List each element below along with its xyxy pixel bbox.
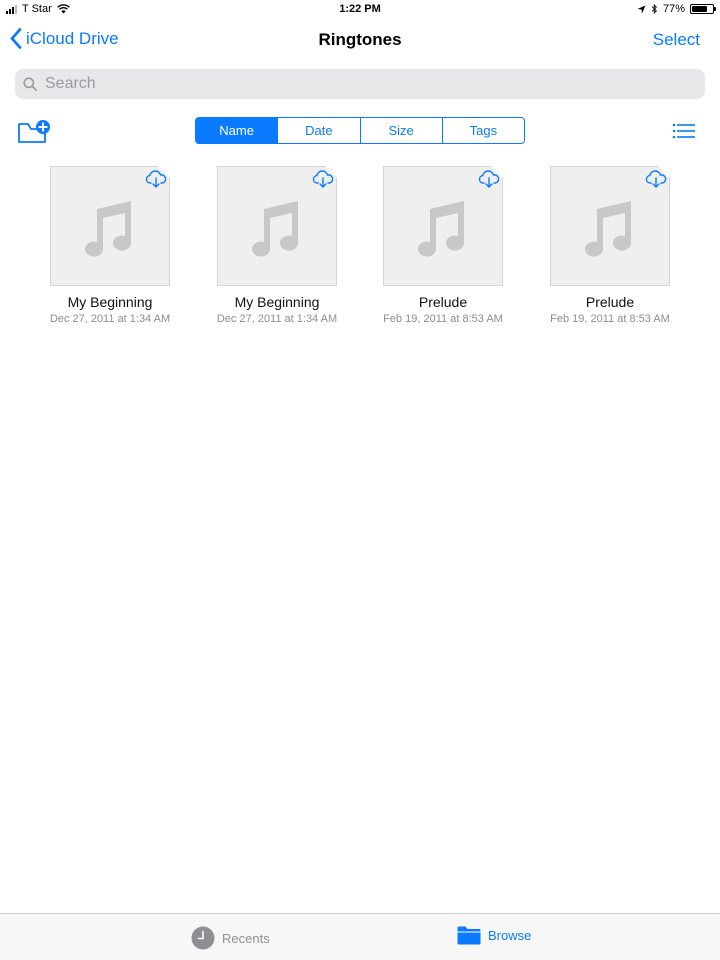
sort-by-tags[interactable]: Tags [441,118,524,143]
select-button[interactable]: Select [653,30,700,50]
tab-bar: Recents Browse [0,913,720,960]
tab-browse[interactable]: Browse [457,926,531,945]
music-note-icon [585,201,632,257]
sort-by-date[interactable]: Date [277,118,359,143]
cloud-download-icon[interactable] [145,170,167,190]
file-date: Feb 19, 2011 at 8:53 AM [550,313,670,325]
music-note-icon [418,201,465,257]
cloud-download-icon[interactable] [312,170,334,190]
file-thumbnail [217,166,337,286]
file-date: Dec 27, 2011 at 1:34 AM [216,313,338,325]
battery-level [692,6,707,12]
folder-icon [457,926,481,945]
sort-by-name[interactable]: Name [196,118,278,143]
file-name: My Beginning [234,294,320,310]
file-date: Dec 27, 2011 at 1:34 AM [49,313,171,325]
music-note-icon [85,201,132,257]
battery-icon [690,4,716,14]
file-thumbnail [383,166,503,286]
file-name: My Beginning [67,294,153,310]
tab-recents[interactable]: Recents [191,926,270,950]
new-folder-button[interactable] [17,117,53,145]
file-name: Prelude [418,294,468,310]
page-title: Ringtones [318,30,402,49]
file-thumbnail [50,166,170,286]
tab-recents-label: Recents [222,930,270,946]
file-item[interactable]: My Beginning Dec 27, 2011 at 1:34 AM [30,166,190,325]
sort-by-size[interactable]: Size [359,118,442,143]
search-bar[interactable] [15,69,705,99]
status-time: 1:22 PM [339,3,381,15]
search-input[interactable] [43,74,687,94]
cloud-download-icon[interactable] [645,170,667,190]
clock-icon [191,926,215,950]
music-note-icon [252,201,299,257]
list-icon [672,123,695,139]
file-thumbnail [550,166,670,286]
file-item[interactable]: Prelude Feb 19, 2011 at 8:53 AM [530,166,690,325]
file-item[interactable]: Prelude Feb 19, 2011 at 8:53 AM [363,166,523,325]
cloud-download-icon[interactable] [478,170,500,190]
navigation-bar: iCloud Drive Ringtones Select [0,20,720,60]
status-bar: T Star 1:22 PM 77% [0,0,720,20]
search-icon [23,77,37,91]
sort-segmented-control: Name Date Size Tags [195,117,525,144]
file-name: Prelude [585,294,635,310]
battery-percent: 77% [662,3,685,15]
location-arrow-icon [637,4,646,14]
files-app-screen: T Star 1:22 PM 77% iCloud Drive Ringtone… [0,0,720,960]
tab-browse-label: Browse [488,928,532,943]
file-date: Feb 19, 2011 at 8:53 AM [383,313,503,325]
folder-add-icon [18,120,50,143]
status-right: 77% [637,3,716,15]
list-view-button[interactable] [672,122,696,140]
file-item[interactable]: My Beginning Dec 27, 2011 at 1:34 AM [197,166,357,325]
bluetooth-icon [651,4,657,14]
